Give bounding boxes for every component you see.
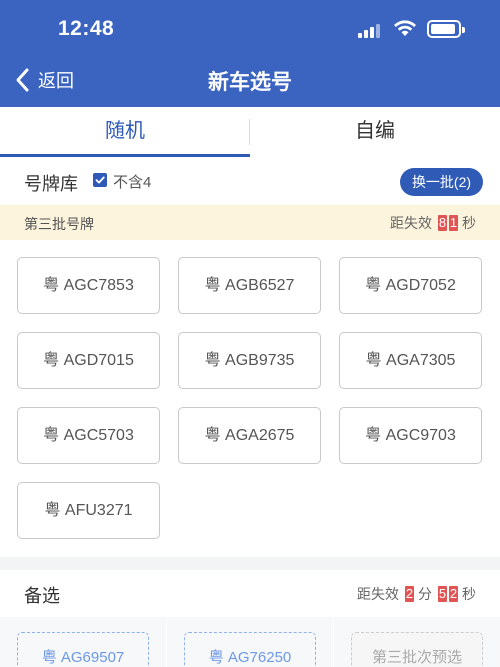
countdown-unit: 秒 bbox=[462, 586, 476, 602]
status-time: 12:48 bbox=[58, 17, 115, 40]
alternate-slot[interactable]: 粤 AG76250 bbox=[184, 632, 316, 667]
countdown-unit: 分 bbox=[418, 586, 432, 602]
mode-tabs: 随机 自编 bbox=[0, 107, 500, 157]
active-tab-indicator bbox=[0, 154, 250, 157]
countdown-digit: 2 bbox=[405, 586, 414, 602]
plate-option[interactable]: 粤 AGC7853 bbox=[17, 257, 160, 314]
exclude-four-checkbox[interactable] bbox=[93, 173, 107, 187]
battery-icon bbox=[427, 20, 465, 38]
cellular-signal-icon bbox=[358, 22, 384, 38]
countdown-prefix: 距失效 bbox=[357, 586, 399, 602]
checkmark-icon bbox=[95, 176, 105, 184]
countdown-unit: 秒 bbox=[462, 215, 476, 231]
batch-label: 第三批号牌 bbox=[24, 216, 94, 232]
wifi-icon bbox=[394, 20, 416, 36]
alternates-label: 备选 bbox=[24, 586, 60, 606]
plate-option[interactable]: 粤 AGC9703 bbox=[339, 407, 482, 464]
countdown-digit: 1 bbox=[449, 215, 458, 231]
page-title: 新车选号 bbox=[208, 71, 292, 94]
plate-pool-label: 号牌库 bbox=[24, 174, 78, 194]
section-separator bbox=[0, 557, 500, 570]
plate-option[interactable]: 粤 AGD7052 bbox=[339, 257, 482, 314]
alternate-slot-disabled: 第三批次预选 bbox=[351, 632, 483, 667]
plate-option[interactable]: 粤 AGA2675 bbox=[178, 407, 321, 464]
alternates-countdown: 距失效 2 分 5 2 秒 bbox=[357, 584, 476, 604]
refresh-batch-button[interactable]: 换一批(2) bbox=[400, 168, 483, 196]
plate-option[interactable]: 粤 AGD7015 bbox=[17, 332, 160, 389]
plate-option[interactable]: 粤 AGA7305 bbox=[339, 332, 482, 389]
plate-option[interactable]: 粤 AGB6527 bbox=[178, 257, 321, 314]
tab-random[interactable]: 随机 bbox=[0, 107, 250, 157]
exclude-four-label[interactable]: 不含4 bbox=[113, 171, 151, 192]
countdown-digit: 2 bbox=[449, 586, 458, 602]
batch-countdown: 距失效 8 1 秒 bbox=[390, 213, 476, 233]
countdown-prefix: 距失效 bbox=[390, 215, 432, 231]
countdown-digit: 8 bbox=[438, 215, 447, 231]
plate-option[interactable]: 粤 AFU3271 bbox=[17, 482, 160, 539]
batch-info-bar: 第三批号牌 距失效 8 1 秒 bbox=[0, 205, 500, 240]
plate-option[interactable]: 粤 AGB9735 bbox=[178, 332, 321, 389]
tab-custom[interactable]: 自编 bbox=[250, 107, 500, 157]
countdown-digit: 5 bbox=[438, 586, 447, 602]
plate-option[interactable]: 粤 AGC5703 bbox=[17, 407, 160, 464]
app-header: 12:48 返回 新车选号 bbox=[0, 0, 500, 107]
alternate-slot[interactable]: 粤 AG69507 bbox=[17, 632, 149, 667]
